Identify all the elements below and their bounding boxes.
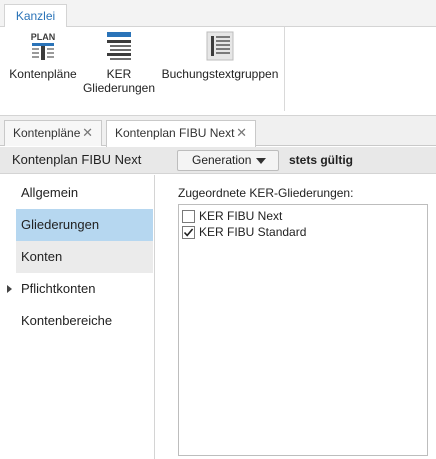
ker-label-line2: Gliederungen bbox=[82, 81, 156, 95]
ker-list-icon bbox=[107, 32, 131, 60]
ribbon-group: PLAN Kontenpläne KER Gliederungen Buchun… bbox=[4, 27, 285, 111]
editor-header: Kontenplan FIBU Next Generation stets gü… bbox=[0, 147, 436, 174]
close-icon[interactable]: ✕ bbox=[82, 121, 93, 145]
document-tab-strip: Kontenpläne ✕ Kontenplan FIBU Next ✕ bbox=[0, 116, 436, 147]
page-title: Kontenplan FIBU Next bbox=[12, 152, 142, 167]
buchungstextgruppen-label: Buchungstextgruppen bbox=[161, 67, 279, 81]
ribbon-tab-kanzlei[interactable]: Kanzlei bbox=[4, 4, 67, 28]
nav-item-konten[interactable]: Konten bbox=[16, 241, 153, 273]
plan-icon-text: PLAN bbox=[31, 32, 56, 42]
validity-status: stets gültig bbox=[289, 153, 354, 167]
tab-kontenplaene-label: Kontenpläne bbox=[13, 126, 81, 140]
list-item-label: KER FIBU Standard bbox=[199, 225, 307, 239]
kontenplaene-label: Kontenpläne bbox=[9, 67, 77, 81]
checkmark-icon bbox=[183, 228, 194, 237]
ker-label-line1: KER bbox=[106, 67, 132, 81]
ker-gliederungen-label: KER Gliederungen bbox=[82, 67, 156, 95]
ribbon-body: PLAN Kontenpläne KER Gliederungen Buchun… bbox=[0, 27, 436, 116]
assigned-ker-label: Zugeordnete KER-Gliederungen: bbox=[178, 186, 354, 200]
nav-item-pflichtkonten[interactable]: Pflichtkonten bbox=[7, 273, 153, 305]
section-navigation: Allgemein Gliederungen Konten Pflichtkon… bbox=[0, 175, 155, 459]
checkbox-unchecked[interactable] bbox=[182, 210, 195, 223]
buchungstextgruppen-button[interactable]: Buchungstextgruppen bbox=[160, 27, 280, 97]
nav-item-gliederungen[interactable]: Gliederungen bbox=[16, 209, 153, 241]
ribbon-tab-strip: Kanzlei bbox=[0, 0, 436, 28]
nav-item-allgemein[interactable]: Allgemein bbox=[16, 177, 153, 209]
ker-gliederungen-button[interactable]: KER Gliederungen bbox=[82, 27, 156, 97]
main-panel: Zugeordnete KER-Gliederungen: KER FIBU N… bbox=[156, 175, 436, 459]
plan-icon: PLAN bbox=[31, 32, 56, 60]
close-icon[interactable]: ✕ bbox=[236, 121, 247, 145]
expand-arrow-icon[interactable] bbox=[7, 285, 12, 293]
nav-item-kontenbereiche[interactable]: Kontenbereiche bbox=[16, 305, 153, 337]
tab-kontenplan-fibu-next-label: Kontenplan FIBU Next bbox=[115, 126, 235, 140]
generation-label: Generation bbox=[192, 153, 252, 167]
tab-kontenplan-fibu-next[interactable]: Kontenplan FIBU Next ✕ bbox=[106, 120, 256, 147]
chevron-down-icon bbox=[256, 158, 266, 164]
ker-checkbox-list[interactable]: KER FIBU Next KER FIBU Standard bbox=[178, 204, 428, 456]
generation-dropdown[interactable]: Generation bbox=[177, 150, 279, 171]
nav-item-label: Kontenbereiche bbox=[21, 313, 113, 328]
tab-kontenplaene[interactable]: Kontenpläne ✕ bbox=[4, 120, 102, 146]
checkbox-checked[interactable] bbox=[182, 226, 195, 239]
nav-item-label: Allgemein bbox=[21, 185, 79, 200]
nav-item-label: Konten bbox=[21, 249, 63, 264]
nav-item-label: Gliederungen bbox=[21, 217, 100, 232]
kontenplaene-button[interactable]: PLAN Kontenpläne bbox=[8, 27, 78, 97]
list-item-label: KER FIBU Next bbox=[199, 209, 283, 223]
nav-item-label: Pflichtkonten bbox=[21, 281, 96, 296]
text-groups-icon bbox=[206, 31, 234, 61]
